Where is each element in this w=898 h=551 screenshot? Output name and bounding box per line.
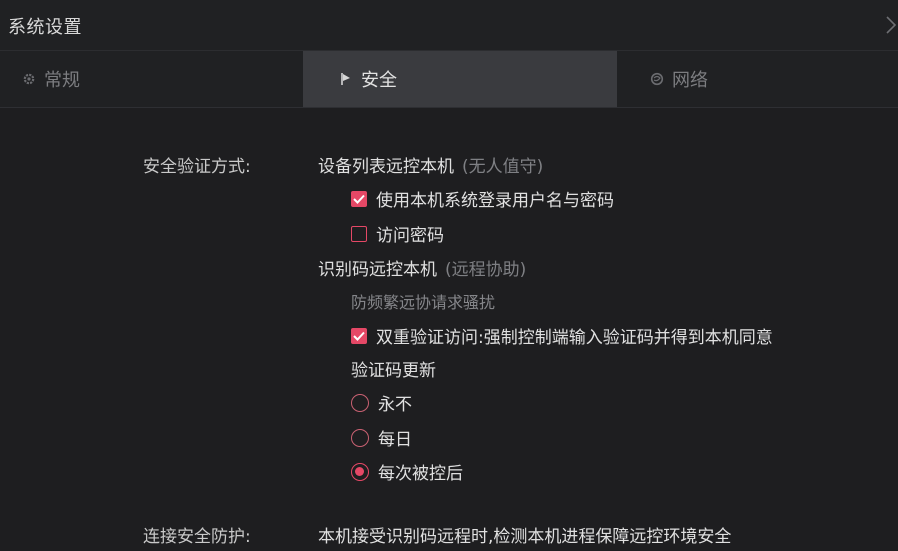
refresh-never-radio[interactable] [351,393,369,412]
tab-security[interactable]: 安全 [303,51,617,107]
refresh-each-session-radio[interactable] [351,462,369,481]
access-password-checkbox[interactable] [351,225,367,242]
access-password-option[interactable]: 访问密码 [351,221,444,246]
tab-network[interactable]: 网络 [617,51,898,107]
refresh-option-each-session[interactable]: 每次被控后 [351,459,463,484]
tab-bar: 常规 安全 网络 [0,51,898,108]
id-code-heading: 识别码远控本机 (远程协助) [318,255,526,280]
connection-protection-desc: 本机接受识别码远程时,检测本机进程保障远控环境安全 [318,527,732,547]
access-password-label: 访问密码 [376,226,444,246]
tab-security-label: 安全 [361,70,397,91]
refresh-option-never[interactable]: 永不 [351,390,412,415]
refresh-never-label: 永不 [378,395,412,415]
tab-general-label: 常规 [44,70,80,91]
globe-icon [650,72,664,86]
tab-network-label: 网络 [672,70,708,91]
device-list-note: (无人值守) [462,157,544,177]
dual-verify-checkbox[interactable] [351,327,367,344]
use-system-login-option[interactable]: 使用本机系统登录用户名与密码 [351,186,614,211]
id-code-title: 识别码远控本机 [318,260,437,280]
device-list-title: 设备列表远控本机 [318,157,454,177]
anti-harass-label: 防频繁远协请求骚扰 [351,293,496,312]
flag-icon [339,72,353,86]
code-refresh-label: 验证码更新 [351,361,436,381]
gear-icon [22,72,36,86]
refresh-option-daily[interactable]: 每日 [351,425,412,450]
dual-verify-label: 双重验证访问:强制控制端输入验证码并得到本机同意 [376,328,773,348]
dual-verify-option[interactable]: 双重验证访问:强制控制端输入验证码并得到本机同意 [351,323,773,348]
title-bar: 系统设置 [0,0,898,51]
device-list-heading: 设备列表远控本机 (无人值守) [318,152,543,177]
chevron-right-icon[interactable] [884,10,898,40]
tab-general[interactable]: 常规 [0,51,303,107]
window-title: 系统设置 [8,17,82,38]
settings-window: 系统设置 常规 安全 网络 安全验证方式: 设备列表远控本机 (无人值守) 使用… [0,0,898,551]
auth-method-label: 安全验证方式: [143,157,251,177]
connection-protection-label: 连接安全防护: [143,527,251,547]
use-system-login-label: 使用本机系统登录用户名与密码 [376,191,614,211]
refresh-daily-radio[interactable] [351,428,369,447]
refresh-each-session-label: 每次被控后 [378,464,463,484]
refresh-daily-label: 每日 [378,430,412,450]
use-system-login-checkbox[interactable] [351,190,367,207]
id-code-note: (远程协助) [445,260,527,280]
security-panel: 安全验证方式: 设备列表远控本机 (无人值守) 使用本机系统登录用户名与密码 访… [0,108,898,551]
